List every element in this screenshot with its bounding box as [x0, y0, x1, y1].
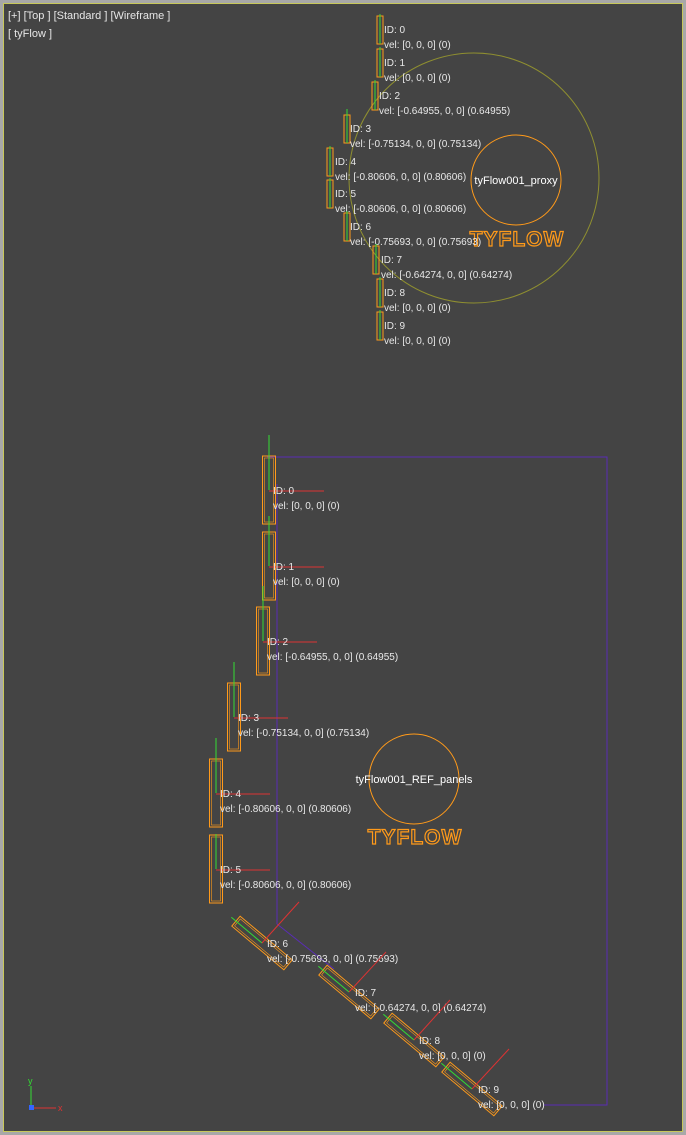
particle-velocity-label: vel: [0, 0, 0] (0) — [384, 40, 451, 51]
particle-id-label: ID: 2 — [379, 91, 401, 102]
particle-id-label: ID: 8 — [384, 288, 406, 299]
gizmo-y-label: y — [28, 1076, 33, 1086]
particle-id-label: ID: 9 — [384, 321, 406, 332]
tyflow-logo-bottom: TYFLOW — [368, 826, 463, 849]
ref-panels-name-label: tyFlow001_REF_panels — [356, 774, 473, 786]
proxy-name-label: tyFlow001_proxy — [474, 175, 558, 187]
particle-velocity-label: vel: [0, 0, 0] (0) — [384, 73, 451, 84]
particle-id-label: ID: 0 — [273, 486, 295, 497]
top-particle-6[interactable]: ID: 6 vel: [-0.75693, 0, 0] (0.75693) — [343, 211, 481, 248]
particle-velocity-label: vel: [-0.64274, 0, 0] (0.64274) — [381, 270, 512, 281]
top-particle-9[interactable]: ID: 9 vel: [0, 0, 0] (0) — [376, 310, 451, 347]
particle-velocity-label: vel: [-0.75693, 0, 0] (0.75693) — [350, 237, 481, 248]
bottom-particle-2[interactable]: ID: 2 vel: [-0.64955, 0, 0] (0.64955) — [256, 586, 399, 676]
particle-id-label: ID: 3 — [350, 124, 372, 135]
particle-velocity-label: vel: [0, 0, 0] (0) — [273, 501, 340, 512]
bottom-particle-3[interactable]: ID: 3 vel: [-0.75134, 0, 0] (0.75134) — [227, 662, 370, 752]
particle-velocity-label: vel: [0, 0, 0] (0) — [478, 1100, 545, 1111]
particle-id-label: ID: 9 — [478, 1085, 500, 1096]
particle-id-label: ID: 2 — [267, 637, 289, 648]
top-particle-0[interactable]: ID: 0 vel: [0, 0, 0] (0) — [376, 14, 451, 51]
particle-velocity-label: vel: [-0.80606, 0, 0] (0.80606) — [220, 880, 351, 891]
particle-id-label: ID: 4 — [335, 157, 357, 168]
particle-id-label: ID: 5 — [220, 865, 242, 876]
particle-id-label: ID: 4 — [220, 789, 242, 800]
top-particle-2[interactable]: ID: 2 vel: [-0.64955, 0, 0] (0.64955) — [371, 80, 510, 117]
particle-id-label: ID: 6 — [267, 939, 289, 950]
particle-velocity-label: vel: [-0.75134, 0, 0] (0.75134) — [350, 139, 481, 150]
particle-velocity-label: vel: [-0.64955, 0, 0] (0.64955) — [379, 106, 510, 117]
particle-id-label: ID: 7 — [355, 988, 377, 999]
top-particle-5[interactable]: ID: 5 vel: [-0.80606, 0, 0] (0.80606) — [326, 178, 466, 215]
bottom-particle-0[interactable]: ID: 0 vel: [0, 0, 0] (0) — [262, 435, 340, 525]
gizmo-x-label: x — [58, 1103, 63, 1113]
particle-id-label: ID: 3 — [238, 713, 260, 724]
particle-velocity-label: vel: [-0.64274, 0, 0] (0.64274) — [355, 1003, 486, 1014]
particle-velocity-label: vel: [-0.80606, 0, 0] (0.80606) — [335, 204, 466, 215]
particle-velocity-label: vel: [0, 0, 0] (0) — [273, 577, 340, 588]
top-particle-4[interactable]: ID: 4 vel: [-0.80606, 0, 0] (0.80606) — [326, 146, 466, 183]
particle-id-label: ID: 5 — [335, 189, 357, 200]
bottom-group[interactable]: tyFlow001_REF_panels TYFLOW ID: 0 vel: [0… — [209, 435, 608, 1117]
particle-velocity-label: vel: [0, 0, 0] (0) — [384, 336, 451, 347]
bottom-particle-6[interactable]: ID: 6vel: [-0.75693, 0, 0] (0.75693) — [227, 901, 398, 971]
scene-canvas[interactable]: tyFlow001_proxy TYFLOW ID: 0 vel: [0, 0, … — [4, 4, 684, 1133]
top-group[interactable]: tyFlow001_proxy TYFLOW ID: 0 vel: [0, 0, … — [326, 14, 600, 347]
viewport[interactable]: [+] [Top ] [Standard ] [Wireframe ] [ ty… — [3, 3, 683, 1132]
gizmo-origin — [29, 1105, 34, 1110]
particle-velocity-label: vel: [0, 0, 0] (0) — [419, 1051, 486, 1062]
bottom-particle-5[interactable]: ID: 5 vel: [-0.80606, 0, 0] (0.80606) — [209, 834, 352, 904]
bottom-particle-1[interactable]: ID: 1 vel: [0, 0, 0] (0) — [262, 516, 340, 601]
particle-id-label: ID: 1 — [273, 562, 295, 573]
particle-id-label: ID: 7 — [381, 255, 403, 266]
particle-id-label: ID: 8 — [419, 1036, 441, 1047]
particle-id-label: ID: 6 — [350, 222, 372, 233]
top-particle-8[interactable]: ID: 8 vel: [0, 0, 0] (0) — [376, 277, 451, 314]
particle-velocity-label: vel: [0, 0, 0] (0) — [384, 303, 451, 314]
particle-velocity-label: vel: [-0.64955, 0, 0] (0.64955) — [267, 652, 398, 663]
axis-gizmo: y x — [28, 1076, 63, 1113]
particle-velocity-label: vel: [-0.80606, 0, 0] (0.80606) — [335, 172, 466, 183]
particle-velocity-label: vel: [-0.80606, 0, 0] (0.80606) — [220, 804, 351, 815]
particle-velocity-label: vel: [-0.75134, 0, 0] (0.75134) — [238, 728, 369, 739]
tyflow-logo: TYFLOW — [470, 228, 565, 251]
top-particle-1[interactable]: ID: 1 vel: [0, 0, 0] (0) — [376, 47, 451, 84]
particle-id-label: ID: 0 — [384, 25, 406, 36]
particle-id-label: ID: 1 — [384, 58, 406, 69]
